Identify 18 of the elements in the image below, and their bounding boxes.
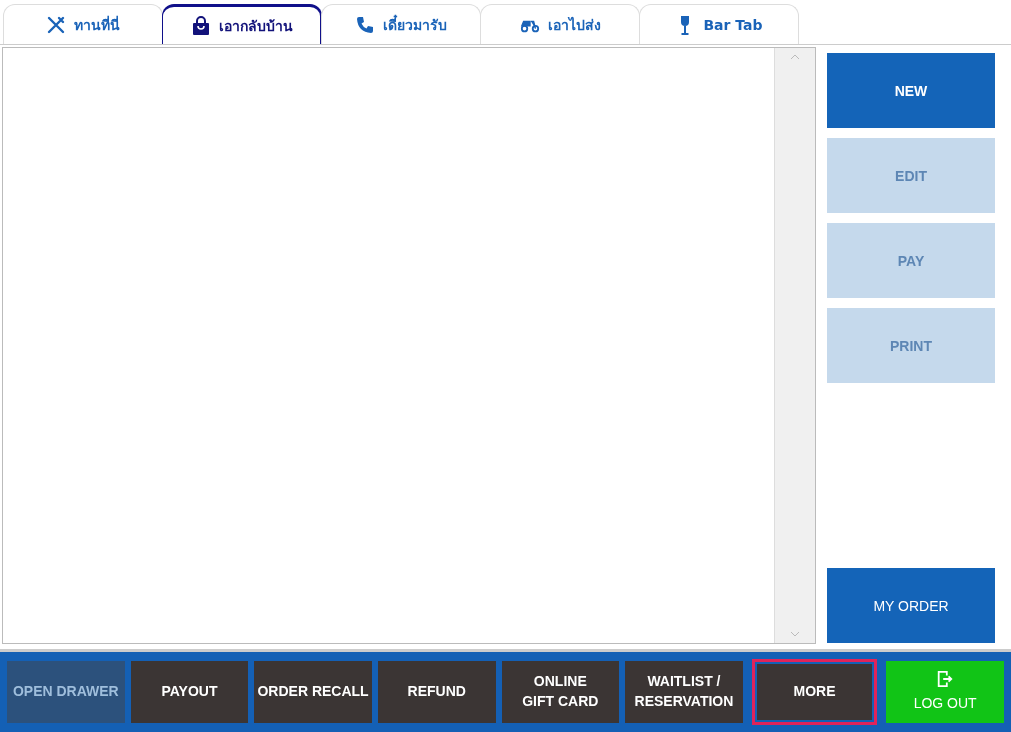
side-button[interactable]: NEW (827, 53, 995, 128)
shopping-bag-icon (190, 15, 211, 36)
tab[interactable]: เอากลับบ้าน (162, 4, 322, 44)
exit-icon (936, 670, 955, 689)
action-button[interactable]: ORDER RECALL (254, 661, 372, 723)
action-button[interactable]: ONLINE GIFT CARD (501, 661, 620, 723)
tab[interactable]: ทานที่นี่ (3, 4, 163, 44)
action-button[interactable]: WAITLIST / RESERVATION (625, 661, 743, 723)
action-button[interactable]: REFUND (377, 661, 496, 723)
scroll-down-icon[interactable] (790, 631, 800, 637)
action-button[interactable]: MORE (751, 659, 878, 725)
tab[interactable]: Bar Tab (639, 4, 799, 44)
tab[interactable]: เดี๋ยวมารับ (321, 4, 481, 44)
scroll-up-icon[interactable] (790, 54, 800, 60)
phone-icon (355, 14, 375, 35)
action-button[interactable]: PAYOUT (130, 661, 249, 723)
side-button[interactable]: MY ORDER (827, 568, 995, 643)
scrollbar[interactable] (774, 48, 815, 643)
